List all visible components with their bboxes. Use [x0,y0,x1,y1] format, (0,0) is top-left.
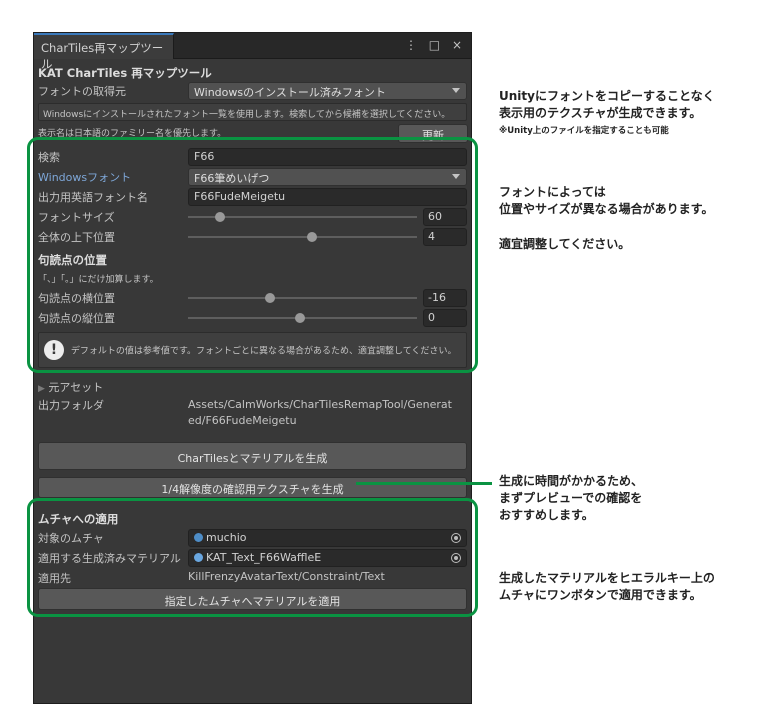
tab-bar: CharTiles再マップツール ⋮ □ × [34,33,471,71]
note-apply-line2: ムチャにワンボタンで適用できます。 [499,588,702,602]
output-folder-label: 出力フォルダ [38,399,104,412]
font-source-value: Windowsのインストール済みフォント [194,86,386,99]
generate-button[interactable]: CharTilesとマテリアルを生成 [38,442,467,470]
font-list-info-text: Windowsにインストールされたフォント一覧を使用します。検索してから候補を選… [43,110,451,120]
apply-highlight-frame [27,498,478,617]
tool-heading: KAT CharTiles 再マップツール [38,66,212,80]
output-folder-path-line2: ed/F66FudeMeigetu [188,414,297,427]
note-apply-line1: 生成したマテリアルをヒエラルキー上の [499,571,715,585]
output-folder-row: 出力フォルダ Assets/CalmWorks/CharTilesRemapTo… [38,396,467,432]
note-apply: 生成したマテリアルをヒエラルキー上の ムチャにワンボタンで適用できます。 [499,570,715,604]
font-list-info-box: Windowsにインストールされたフォント一覧を使用します。検索してから候補を選… [38,103,467,121]
output-folder-path-line1: Assets/CalmWorks/CharTilesRemapTool/Gene… [188,398,452,411]
preview-note-connector [356,482,492,485]
more-menu-icon[interactable]: ⋮ [405,38,421,52]
output-folder-path: Assets/CalmWorks/CharTilesRemapTool/Gene… [188,397,452,429]
font-source-dropdown[interactable]: Windowsのインストール済みフォント [188,82,467,100]
note-no-copy: Unityにフォントをコピーすることなく 表示用のテクスチャが生成できます。 [499,88,715,122]
note-font-diff-line1: フォントによっては [499,185,606,199]
preset-foldout[interactable]: ▶ 元アセット [38,379,103,395]
preset-row: ▶ 元アセット [38,378,467,396]
close-icon[interactable]: × [452,38,466,52]
note-preview: 生成に時間がかかるため、 まずプレビューでの確認を おすすめします。 [499,473,643,524]
tool-heading-row: KAT CharTiles 再マップツール [38,64,467,82]
font-source-row: フォントの取得元 Windowsのインストール済みフォント [38,82,467,100]
preset-label: 元アセット [48,381,104,394]
foldout-arrow-icon: ▶ [38,384,45,394]
settings-highlight-frame [27,137,478,373]
dropdown-arrow-icon [452,88,460,93]
note-font-diff-line2: 位置やサイズが異なる場合があります。 [499,202,714,216]
maximize-icon[interactable]: □ [429,38,444,52]
window-controls: ⋮ □ × [405,38,466,52]
note-preview-line3: おすすめします。 [499,508,594,522]
note-preview-line1: 生成に時間がかかるため、 [499,474,644,488]
note-preview-line2: まずプレビューでの確認を [499,491,643,505]
note-no-copy-line1: Unityにフォントをコピーすることなく [499,89,715,103]
note-adjust: 適宜調整してください。 [499,237,631,251]
note-unity-file: ※Unity上のファイルを指定することも可能 [499,126,669,136]
preview-texture-button[interactable]: 1/4解像度の確認用テクスチャを生成 [38,477,467,498]
note-no-copy-line2: 表示用のテクスチャが生成できます。 [499,106,702,120]
note-font-diff: フォントによっては 位置やサイズが異なる場合があります。 [499,184,713,218]
font-source-label: フォントの取得元 [38,85,126,98]
tab-chartiles-remap[interactable]: CharTiles再マップツール [34,33,174,71]
